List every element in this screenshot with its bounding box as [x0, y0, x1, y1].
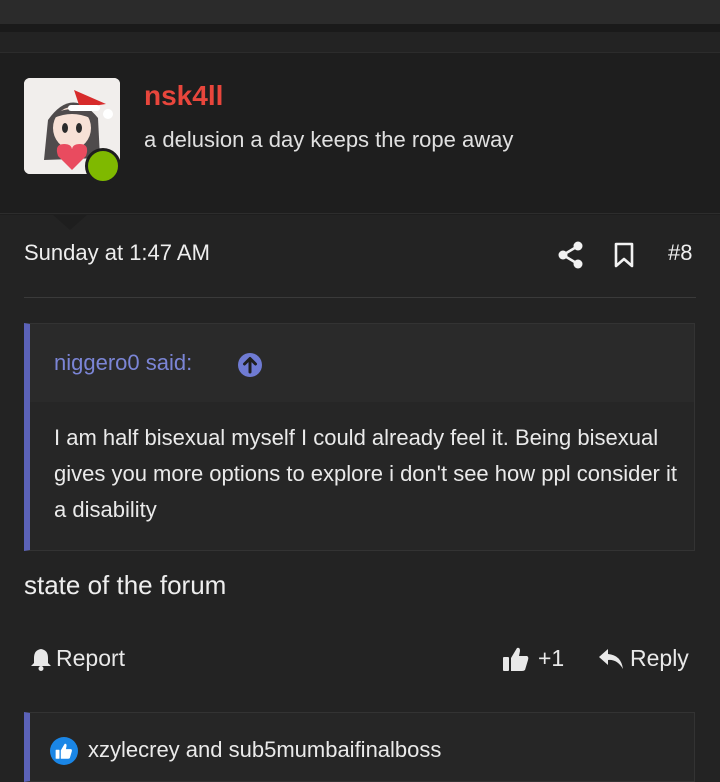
bell-icon	[31, 648, 51, 671]
quote-text: I am half bisexual myself I could alread…	[54, 425, 677, 522]
post-body: state of the forum	[24, 570, 227, 600]
like-count: +1	[538, 645, 565, 671]
share-icon[interactable]	[558, 241, 584, 269]
quote-author-link[interactable]: niggero0 said:	[54, 350, 192, 376]
top-bar	[0, 0, 720, 24]
reaction-users[interactable]: xzylecrey and sub5mumbaifinalboss	[88, 737, 441, 763]
thumbs-up-icon	[503, 647, 529, 671]
report-label: Report	[56, 645, 126, 671]
meta-divider	[24, 297, 696, 298]
report-button[interactable]: Report	[30, 645, 125, 672]
quote-block: niggero0 said: I am half bisexual myself…	[24, 323, 695, 551]
post-number-link[interactable]: #8	[668, 240, 692, 266]
username[interactable]: nsk4ll	[144, 80, 223, 112]
arrow-up-circle-icon[interactable]	[237, 352, 263, 378]
header-divider	[0, 213, 720, 214]
top-bar-shadow	[0, 24, 720, 32]
post-date[interactable]: Sunday at 1:47 AM	[24, 240, 210, 266]
reply-arrow-icon	[599, 648, 623, 669]
user-title: a delusion a day keeps the rope away	[144, 127, 514, 152]
like-button[interactable]: +1	[502, 645, 564, 672]
like-reaction-icon	[50, 737, 78, 765]
bookmark-icon[interactable]	[612, 242, 636, 268]
reply-button[interactable]: Reply	[598, 645, 689, 672]
reactions-bar[interactable]: xzylecrey and sub5mumbaifinalboss	[24, 712, 695, 782]
online-status-indicator	[85, 148, 121, 184]
reply-label: Reply	[630, 645, 689, 671]
